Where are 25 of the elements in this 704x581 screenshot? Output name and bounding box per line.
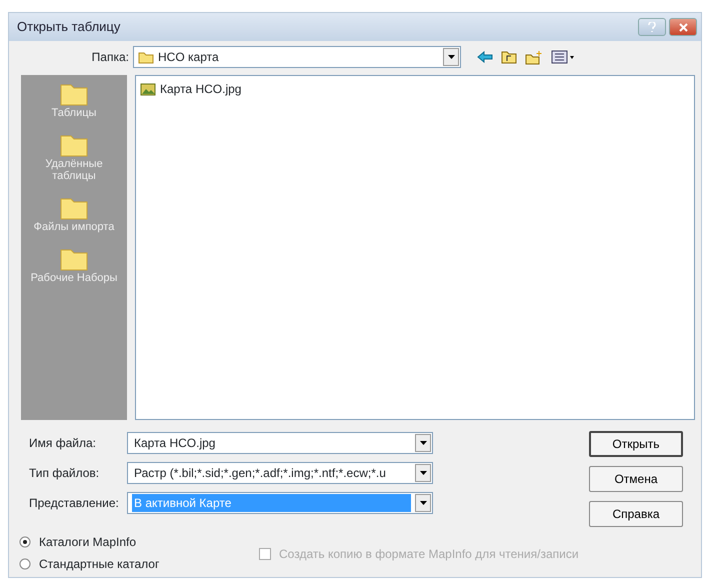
- checkbox-label: Создать копию в формате MapInfo для чтения/записи: [279, 546, 579, 562]
- window-title: Открыть таблицу: [17, 18, 122, 36]
- close-button[interactable]: [669, 18, 697, 36]
- folder-label: Папка:: [90, 49, 130, 66]
- new-folder-icon[interactable]: [525, 50, 543, 64]
- image-file-icon: [140, 82, 156, 96]
- combo-field[interactable]: Растр (*.bil;*.sid;*.gen;*.adf;*.img;*.ntf;*.ecw;*.u: [127, 462, 433, 484]
- help-button[interactable]: [638, 18, 666, 36]
- dialog-button[interactable]: Открыть: [589, 431, 683, 457]
- up-folder-icon[interactable]: [501, 50, 517, 64]
- folder-icon: [138, 50, 154, 64]
- close-icon: [678, 22, 688, 32]
- back-arrow-icon[interactable]: [477, 51, 493, 63]
- view-menu-icon[interactable]: [551, 50, 575, 64]
- combo-field[interactable]: Карта HCO.jpg: [127, 432, 433, 454]
- folder-dropdown[interactable]: HCO карта: [133, 46, 461, 68]
- help-icon: [648, 22, 656, 32]
- dialog-button[interactable]: Отмена: [589, 466, 683, 492]
- radio-option[interactable]: Стандартные каталог: [19, 553, 259, 575]
- field-label: Представление:: [28, 495, 120, 512]
- radio-option[interactable]: Каталоги MapInfo: [19, 531, 259, 553]
- field-label: Тип файлов:: [28, 465, 100, 482]
- file-item[interactable]: Карта HCO.jpg: [140, 80, 690, 98]
- field-label: Имя файла:: [28, 435, 97, 452]
- dialog-button[interactable]: Справка: [589, 501, 683, 527]
